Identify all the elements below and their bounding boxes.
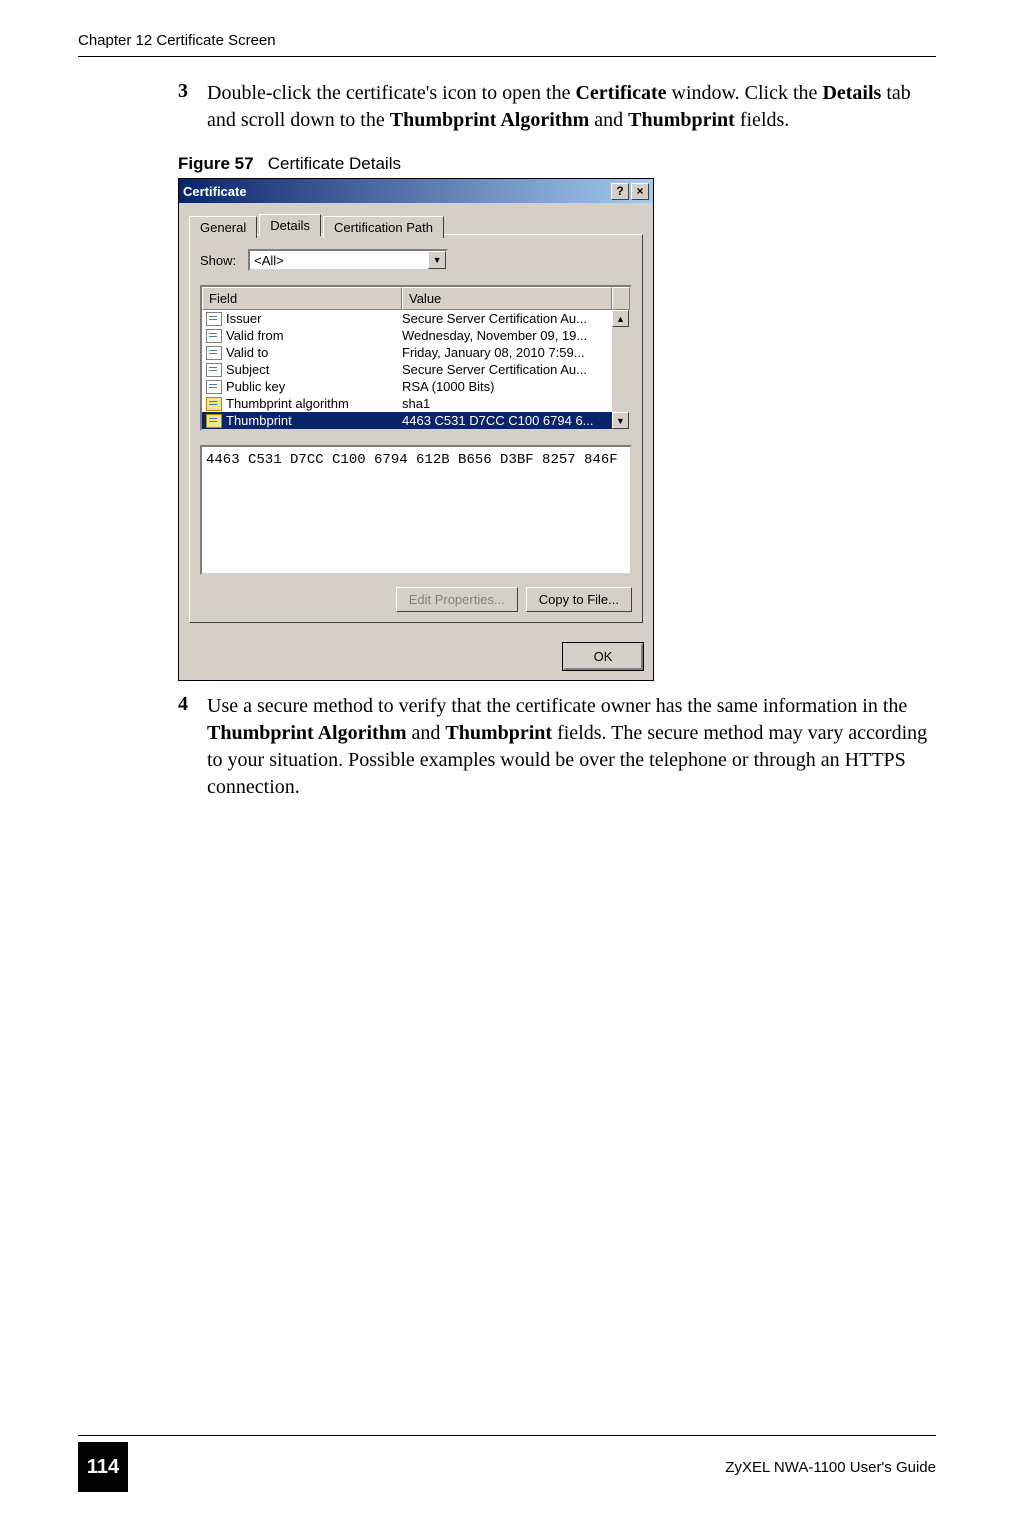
thumbprint-detail-box[interactable]: 4463 C531 D7CC C100 6794 612B B656 D3BF … — [200, 445, 632, 575]
step-4: 4 Use a secure method to verify that the… — [178, 693, 936, 801]
tab-general[interactable]: General — [189, 216, 257, 238]
field-icon — [206, 312, 222, 326]
step-number: 4 — [178, 693, 193, 801]
field-icon — [206, 346, 222, 360]
certificate-window: Certificate ? × General Details Certific… — [178, 178, 654, 681]
guide-title: ZyXEL NWA-1100 User's Guide — [725, 1459, 936, 1476]
figure-caption: Figure 57 Certificate Details — [178, 154, 936, 174]
show-label: Show: — [200, 253, 236, 268]
main-content: 3 Double-click the certificate's icon to… — [178, 80, 936, 821]
footer-divider — [78, 1435, 936, 1436]
window-titlebar: Certificate ? × — [179, 179, 653, 203]
figure-57: Certificate ? × General Details Certific… — [178, 178, 936, 681]
table-rows: Issuer Secure Server Certification Au...… — [202, 310, 612, 429]
table-body: Issuer Secure Server Certification Au...… — [202, 310, 630, 429]
value-cell: sha1 — [402, 396, 608, 411]
table-row[interactable]: Thumbprint algorithm sha1 — [202, 395, 612, 412]
edit-properties-button: Edit Properties... — [396, 587, 518, 612]
table-row[interactable]: Valid from Wednesday, November 09, 19... — [202, 327, 612, 344]
header-scroll-spacer — [612, 287, 630, 310]
window-title: Certificate — [183, 184, 247, 199]
tab-certification-path[interactable]: Certification Path — [323, 216, 444, 238]
tab-strip: General Details Certification Path — [189, 213, 643, 235]
table-row[interactable]: Public key RSA (1000 Bits) — [202, 378, 612, 395]
step-number: 3 — [178, 80, 193, 134]
ok-button[interactable]: OK — [563, 643, 643, 670]
figure-title: Certificate Details — [268, 154, 401, 173]
copy-to-file-button[interactable]: Copy to File... — [526, 587, 632, 612]
dropdown-value: <All> — [254, 253, 284, 268]
table-row[interactable]: Valid to Friday, January 08, 2010 7:59..… — [202, 344, 612, 361]
table-row[interactable]: Issuer Secure Server Certification Au... — [202, 310, 612, 327]
field-cell: Public key — [206, 379, 402, 394]
cert-icon — [206, 414, 222, 428]
figure-number: Figure 57 — [178, 154, 254, 173]
show-row: Show: <All> ▼ — [200, 249, 632, 271]
field-cell: Thumbprint — [206, 413, 402, 428]
table-row[interactable]: Subject Secure Server Certification Au..… — [202, 361, 612, 378]
value-cell: RSA (1000 Bits) — [402, 379, 608, 394]
page-footer: 114 ZyXEL NWA-1100 User's Guide — [78, 1435, 936, 1492]
value-cell: Secure Server Certification Au... — [402, 311, 608, 326]
header-divider — [78, 56, 936, 57]
field-icon — [206, 380, 222, 394]
field-icon — [206, 329, 222, 343]
header-value[interactable]: Value — [402, 287, 612, 310]
tab-content: Show: <All> ▼ Field Value — [189, 234, 643, 623]
value-cell: Secure Server Certification Au... — [402, 362, 608, 377]
scroll-up-icon[interactable]: ▲ — [612, 310, 629, 327]
field-cell: Thumbprint algorithm — [206, 396, 402, 411]
table-row-selected[interactable]: Thumbprint 4463 C531 D7CC C100 6794 6... — [202, 412, 612, 429]
field-cell: Valid from — [206, 328, 402, 343]
field-table: Field Value Issuer Secure Server Certifi… — [200, 285, 632, 431]
step-3: 3 Double-click the certificate's icon to… — [178, 80, 936, 134]
value-cell: Wednesday, November 09, 19... — [402, 328, 608, 343]
field-cell: Valid to — [206, 345, 402, 360]
tab-details[interactable]: Details — [259, 214, 321, 236]
value-cell: 4463 C531 D7CC C100 6794 6... — [402, 413, 608, 428]
field-cell: Issuer — [206, 311, 402, 326]
footer-content: 114 ZyXEL NWA-1100 User's Guide — [78, 1442, 936, 1492]
action-buttons: Edit Properties... Copy to File... — [200, 587, 632, 612]
header-field[interactable]: Field — [202, 287, 402, 310]
step-text: Double-click the certificate's icon to o… — [207, 80, 936, 134]
page-header: Chapter 12 Certificate Screen — [78, 32, 936, 49]
titlebar-buttons: ? × — [611, 183, 649, 200]
cert-icon — [206, 397, 222, 411]
dropdown-arrow-icon[interactable]: ▼ — [428, 251, 446, 269]
step-text: Use a secure method to verify that the c… — [207, 693, 936, 801]
help-button[interactable]: ? — [611, 183, 629, 200]
field-cell: Subject — [206, 362, 402, 377]
window-body: General Details Certification Path Show:… — [179, 203, 653, 633]
ok-row: OK — [179, 633, 653, 680]
scroll-down-icon[interactable]: ▼ — [612, 412, 629, 429]
page-number: 114 — [78, 1442, 128, 1492]
field-icon — [206, 363, 222, 377]
close-button[interactable]: × — [631, 183, 649, 200]
value-cell: Friday, January 08, 2010 7:59... — [402, 345, 608, 360]
table-header: Field Value — [202, 287, 630, 310]
show-dropdown[interactable]: <All> ▼ — [248, 249, 448, 271]
vertical-scrollbar[interactable]: ▲ ▼ — [612, 310, 630, 429]
